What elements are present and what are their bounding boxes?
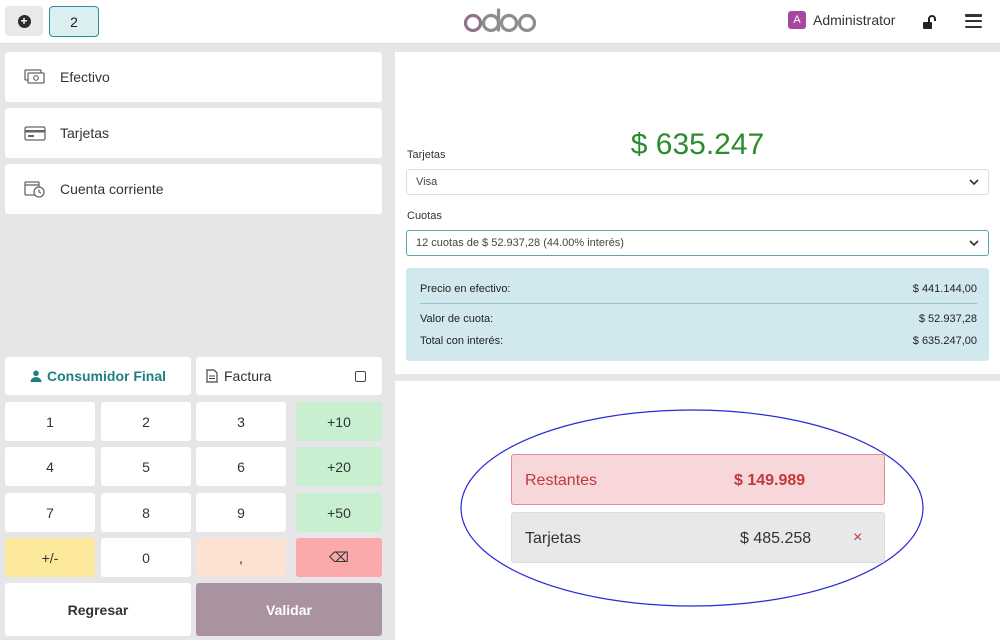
installment-summary: Precio en efectivo: $ 441.144,00 Valor d…: [406, 268, 989, 361]
user-menu[interactable]: A Administrator: [788, 11, 895, 29]
invoice-label: Factura: [224, 368, 272, 384]
quota-value-row: Valor de cuota: $ 52.937,28: [420, 313, 977, 325]
cash-price-label: Precio en efectivo:: [420, 283, 511, 295]
user-icon: [30, 370, 42, 382]
numpad-key-plus50[interactable]: +50: [296, 493, 382, 532]
highlight-ellipse: [460, 409, 924, 607]
numpad-key-3[interactable]: 3: [196, 402, 286, 441]
cash-price-row: Precio en efectivo: $ 441.144,00: [420, 283, 977, 295]
plus-circle-icon: +: [17, 14, 31, 28]
lock-open-icon[interactable]: [922, 14, 938, 30]
numpad-key-backspace[interactable]: ⌫: [296, 538, 382, 577]
card-icon: [24, 126, 46, 141]
odoo-logo: [464, 8, 536, 33]
card-select-value: Visa: [416, 176, 438, 188]
total-interest-value: $ 635.247,00: [912, 335, 977, 347]
payment-method-label: Efectivo: [60, 69, 110, 85]
chevron-down-icon: [969, 179, 979, 186]
file-icon: [206, 369, 218, 383]
account-clock-icon: [24, 181, 45, 198]
divider: [420, 303, 977, 304]
numpad-key-4[interactable]: 4: [5, 447, 95, 486]
numpad-key-8[interactable]: 8: [101, 493, 191, 532]
quota-value-label: Valor de cuota:: [420, 313, 494, 325]
new-order-button[interactable]: +: [5, 6, 43, 36]
user-name: Administrator: [813, 12, 896, 28]
quota-value-value: $ 52.937,28: [918, 313, 977, 325]
remaining-label: Restantes: [525, 472, 598, 489]
payment-method-label: Tarjetas: [60, 125, 110, 141]
invoice-checkbox[interactable]: [355, 371, 366, 382]
numpad-key-comma[interactable]: ,: [196, 538, 286, 577]
numpad-key-plus10[interactable]: +10: [296, 402, 382, 441]
total-interest-row: Total con interés: $ 635.247,00: [420, 335, 977, 347]
payment-line-label: Tarjetas: [525, 530, 582, 547]
total-amount: $ 635.247: [630, 128, 765, 161]
payment-line-amount: $ 485.258: [740, 530, 812, 547]
payment-method-account[interactable]: Cuenta corriente: [5, 164, 382, 214]
invoice-toggle[interactable]: Factura: [196, 357, 382, 395]
order-tab[interactable]: 2: [49, 6, 99, 37]
numpad-key-9[interactable]: 9: [196, 493, 286, 532]
cash-icon: [24, 69, 45, 84]
numpad-key-6[interactable]: 6: [196, 447, 286, 486]
remaining-line: Restantes $ 149.989: [511, 454, 885, 505]
customer-button[interactable]: Consumidor Final: [5, 357, 191, 395]
quotas-select[interactable]: 12 cuotas de $ 52.937,28 (44.00% interés…: [406, 230, 989, 256]
payment-method-label: Cuenta corriente: [60, 181, 164, 197]
back-button[interactable]: Regresar: [5, 583, 191, 636]
avatar: A: [788, 11, 806, 29]
total-interest-label: Total con interés:: [420, 335, 504, 347]
numpad-key-5[interactable]: 5: [101, 447, 191, 486]
numpad-key-2[interactable]: 2: [101, 402, 191, 441]
top-bar: + 2 A Administrator: [0, 0, 1000, 44]
payment-method-card[interactable]: Tarjetas: [5, 108, 382, 158]
numpad-key-sign[interactable]: +/-: [5, 538, 95, 577]
customer-label: Consumidor Final: [47, 368, 166, 384]
remaining-value: $ 149.989: [734, 472, 806, 489]
remove-payment-icon[interactable]: ×: [853, 529, 862, 547]
card-select[interactable]: Visa: [406, 169, 989, 195]
numpad-key-0[interactable]: 0: [101, 538, 191, 577]
payment-method-cash[interactable]: Efectivo: [5, 52, 382, 102]
card-field-label: Tarjetas: [407, 149, 446, 161]
numpad-key-plus20[interactable]: +20: [296, 447, 382, 486]
chevron-down-icon: [969, 240, 979, 247]
payment-line[interactable]: Tarjetas $ 485.258 ×: [511, 512, 885, 563]
numpad-key-1[interactable]: 1: [5, 402, 95, 441]
quotas-field-label: Cuotas: [407, 210, 442, 222]
hamburger-menu-icon[interactable]: [965, 14, 982, 29]
quotas-select-value: 12 cuotas de $ 52.937,28 (44.00% interés…: [416, 237, 624, 249]
backspace-icon: ⌫: [329, 549, 349, 565]
validate-button[interactable]: Validar: [196, 583, 382, 636]
cash-price-value: $ 441.144,00: [912, 283, 977, 295]
numpad-key-7[interactable]: 7: [5, 493, 95, 532]
